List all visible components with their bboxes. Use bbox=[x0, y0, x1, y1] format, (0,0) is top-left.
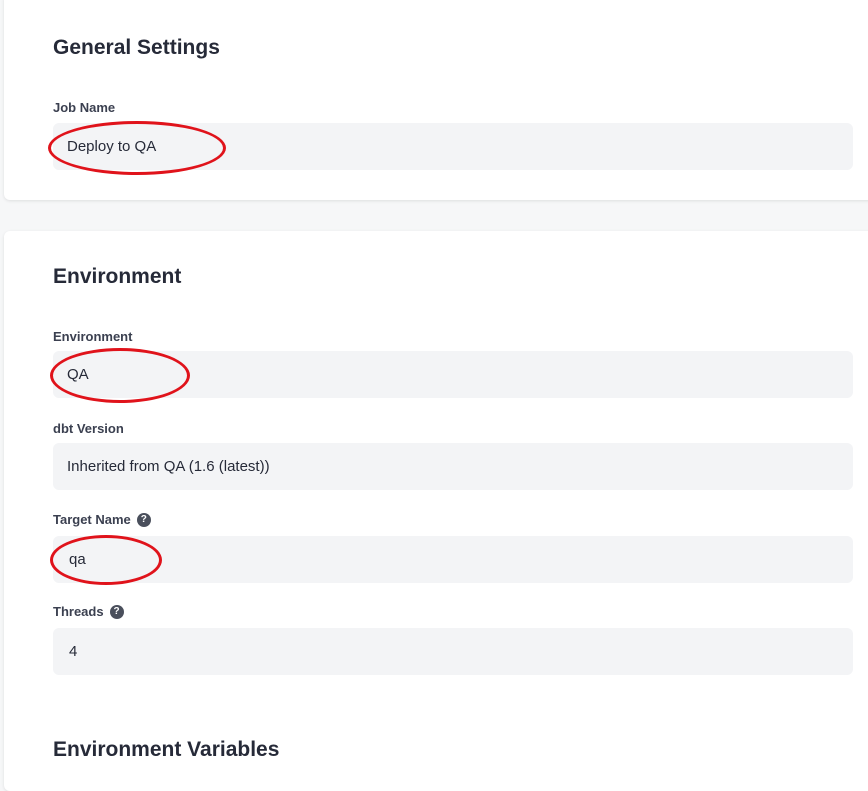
target-name-field[interactable]: qa bbox=[53, 536, 853, 583]
help-icon[interactable]: ? bbox=[109, 604, 124, 619]
environment-section-title: Environment bbox=[53, 265, 182, 288]
dbt-version-label: dbt Version bbox=[53, 421, 124, 436]
environment-field[interactable]: QA bbox=[53, 351, 853, 398]
job-name-value: Deploy to QA bbox=[67, 138, 157, 155]
target-name-value: qa bbox=[69, 551, 86, 568]
help-icon[interactable]: ? bbox=[136, 512, 151, 527]
environment-value: QA bbox=[67, 366, 89, 383]
environment-card: Environment Environment QA dbt Version I… bbox=[4, 231, 868, 791]
dbt-version-value: Inherited from QA (1.6 (latest)) bbox=[67, 458, 270, 475]
environment-label-text: Environment bbox=[53, 329, 133, 344]
target-name-label: Target Name ? bbox=[53, 512, 151, 527]
environment-label: Environment bbox=[53, 329, 132, 344]
target-name-label-text: Target Name bbox=[53, 512, 131, 527]
job-name-field[interactable]: Deploy to QA bbox=[53, 123, 853, 170]
threads-label-text: Threads bbox=[53, 604, 104, 619]
general-settings-card: General Settings Job Name Deploy to QA bbox=[4, 0, 868, 200]
threads-label: Threads ? bbox=[53, 604, 124, 619]
dbt-version-field[interactable]: Inherited from QA (1.6 (latest)) bbox=[53, 443, 853, 490]
threads-field[interactable]: 4 bbox=[53, 628, 853, 675]
environment-variables-title: Environment Variables bbox=[53, 738, 280, 761]
job-name-label: Job Name bbox=[53, 100, 115, 115]
job-name-label-text: Job Name bbox=[53, 100, 116, 115]
general-settings-title: General Settings bbox=[53, 36, 220, 59]
dbt-version-label-text: dbt Version bbox=[53, 421, 124, 436]
threads-value: 4 bbox=[69, 643, 78, 660]
